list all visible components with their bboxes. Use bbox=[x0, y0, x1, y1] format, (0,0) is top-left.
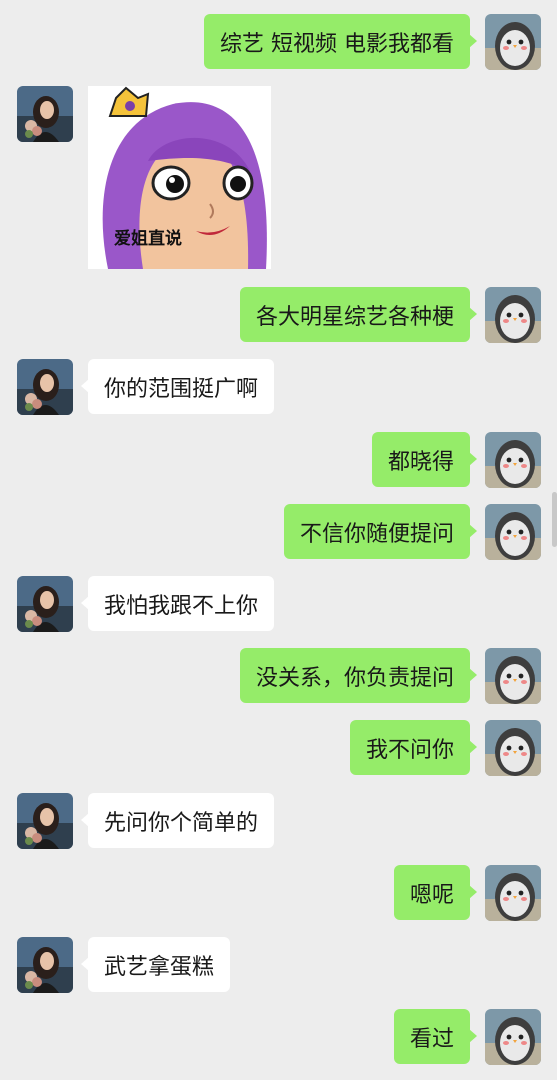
message-bubble-sent[interactable]: 综艺 短视频 电影我都看 bbox=[204, 14, 477, 69]
message-text: 综艺 短视频 电影我都看 bbox=[220, 31, 454, 57]
contact-avatar[interactable] bbox=[17, 86, 73, 142]
message-text: 我不问你 bbox=[365, 737, 454, 763]
my-avatar[interactable] bbox=[485, 865, 541, 921]
message-bubble-sent[interactable]: 各大明星综艺各种梗 bbox=[239, 287, 478, 342]
message-bubble-sent[interactable]: 都晓得 bbox=[371, 432, 478, 487]
message-text: 看过 bbox=[409, 1026, 454, 1052]
message-bubble-received[interactable]: 武艺拿蛋糕 bbox=[80, 937, 231, 992]
message-text: 武艺拿蛋糕 bbox=[104, 954, 215, 980]
message-bubble-sent[interactable]: 看过 bbox=[393, 1009, 478, 1064]
sticker-caption: 爱姐直说 bbox=[114, 229, 182, 249]
message-bubble-sent[interactable]: 没关系，你负责提问 bbox=[239, 648, 478, 703]
message-text: 都晓得 bbox=[387, 449, 454, 475]
contact-avatar[interactable] bbox=[17, 937, 73, 993]
message-bubble-received[interactable]: 你的范围挺广啊 bbox=[80, 359, 275, 414]
message-bubble-sent[interactable]: 不信你随便提问 bbox=[283, 504, 478, 559]
message-text: 不信你随便提问 bbox=[299, 521, 454, 547]
contact-avatar[interactable] bbox=[17, 793, 73, 849]
message-bubble-sent[interactable]: 我不问你 bbox=[349, 720, 478, 775]
message-bubble-received[interactable]: 我怕我跟不上你 bbox=[80, 576, 275, 631]
message-text: 你的范围挺广啊 bbox=[104, 376, 259, 402]
my-avatar[interactable] bbox=[485, 14, 541, 70]
sticker-image[interactable]: 爱姐直说 bbox=[88, 86, 271, 269]
my-avatar[interactable] bbox=[485, 287, 541, 343]
message-text: 先问你个简单的 bbox=[104, 810, 259, 836]
my-avatar[interactable] bbox=[485, 720, 541, 776]
contact-avatar[interactable] bbox=[17, 359, 73, 415]
message-text: 没关系，你负责提问 bbox=[255, 665, 454, 691]
message-text: 各大明星综艺各种梗 bbox=[255, 304, 454, 330]
scrollbar[interactable] bbox=[552, 492, 557, 547]
contact-avatar[interactable] bbox=[17, 576, 73, 632]
message-bubble-sent[interactable]: 嗯呢 bbox=[393, 865, 478, 920]
message-bubble-received[interactable]: 先问你个简单的 bbox=[80, 793, 275, 848]
my-avatar[interactable] bbox=[485, 648, 541, 704]
my-avatar[interactable] bbox=[485, 432, 541, 488]
my-avatar[interactable] bbox=[485, 1009, 541, 1065]
message-text: 嗯呢 bbox=[409, 882, 454, 908]
message-text: 我怕我跟不上你 bbox=[104, 593, 259, 619]
my-avatar[interactable] bbox=[485, 504, 541, 560]
